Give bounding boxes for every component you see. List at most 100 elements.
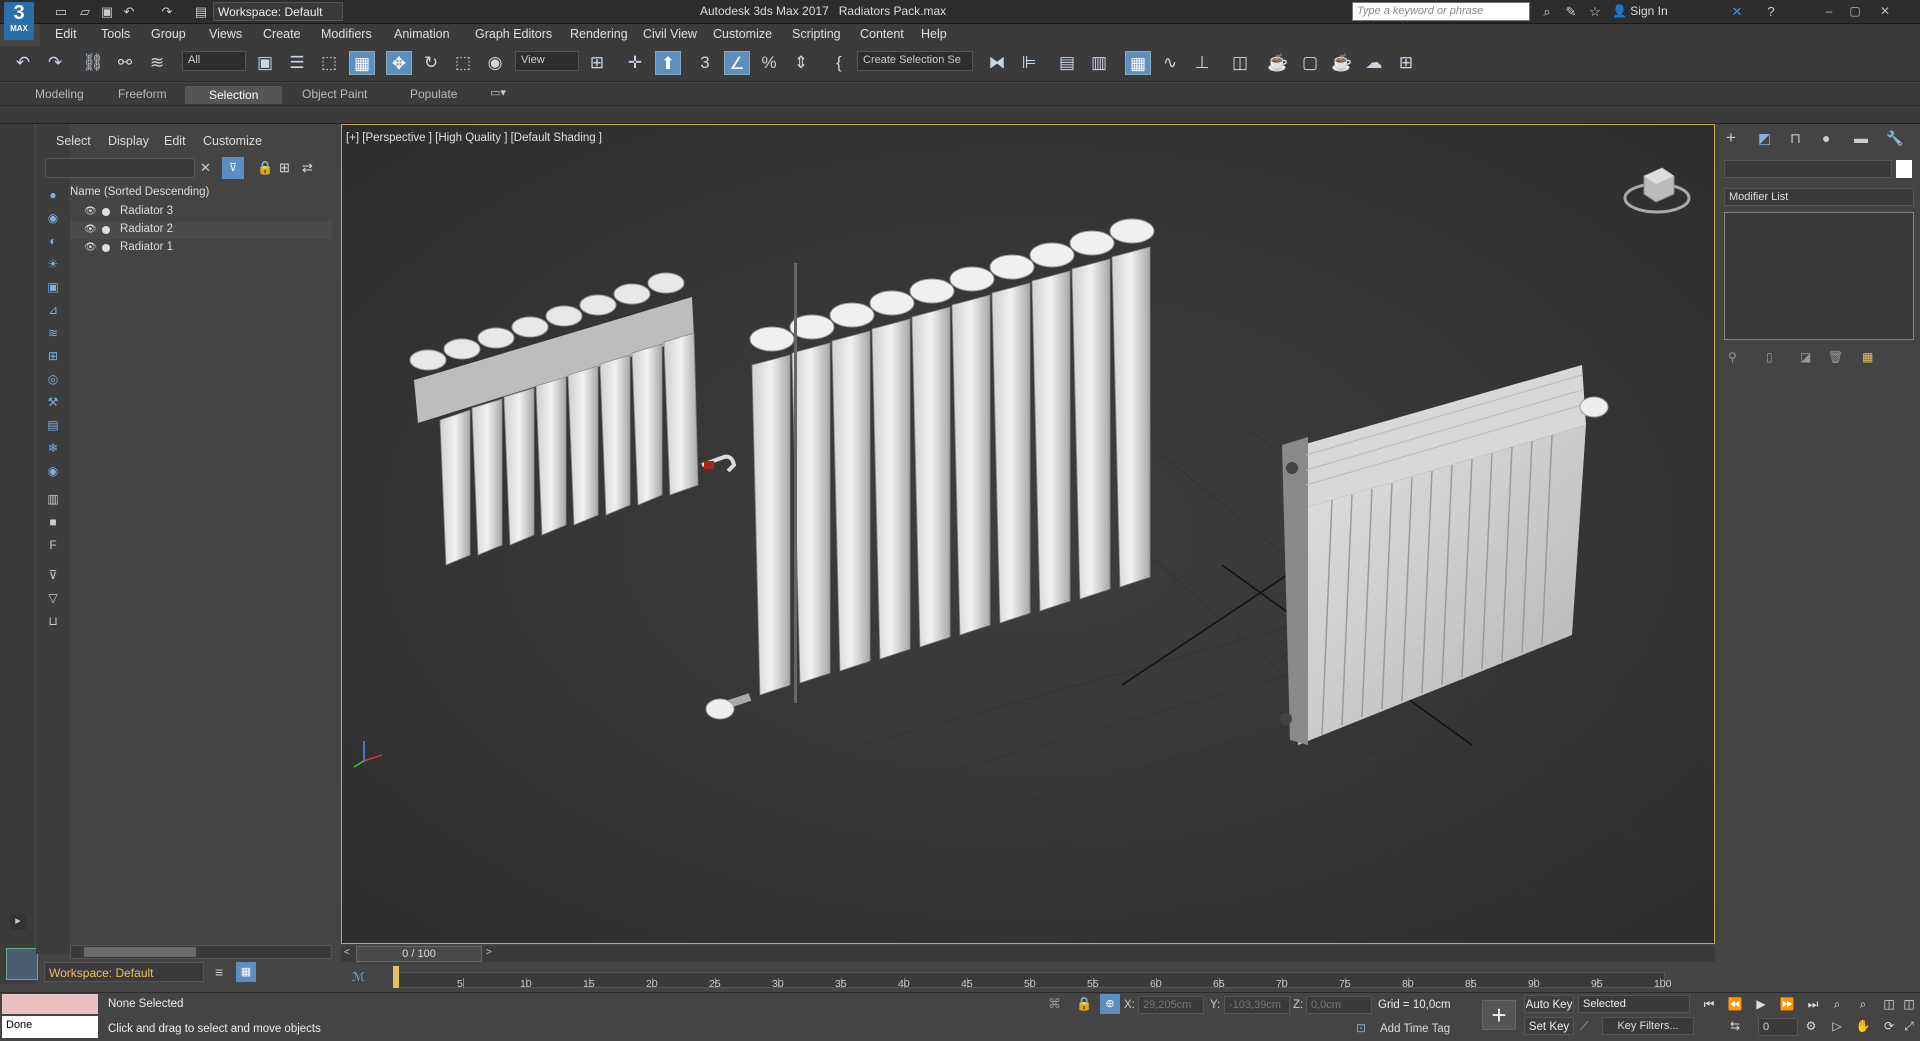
z-coordinate-field[interactable]: 0,0cm	[1306, 996, 1372, 1014]
visibility-icon[interactable]: 👁	[84, 242, 97, 253]
se-menu-select[interactable]: Select	[56, 134, 91, 148]
sign-in-button[interactable]: 👤 Sign In	[1612, 4, 1668, 18]
selection-filter-dropdown[interactable]: All	[182, 51, 246, 71]
pivot-center-icon[interactable]: ⊞	[584, 51, 610, 75]
select-manipulate-icon[interactable]: ✛	[622, 51, 648, 75]
help-icon[interactable]: ?	[1762, 3, 1780, 21]
current-frame-marker[interactable]	[393, 966, 399, 988]
workspace-selector[interactable]: Workspace: Default	[44, 962, 204, 982]
frozen-filter-icon[interactable]: ❄	[44, 439, 62, 457]
select-by-name-icon[interactable]: ☰	[284, 51, 310, 75]
select-and-move-icon[interactable]: ✥	[386, 51, 412, 75]
se-column-header[interactable]: Name (Sorted Descending)	[70, 186, 209, 198]
toggle-ribbon-icon[interactable]: ▦	[1125, 51, 1151, 75]
list-item-radiator-3[interactable]: 👁 Radiator 3	[70, 203, 332, 221]
show-end-result-icon[interactable]: ▯	[1766, 350, 1773, 364]
absolute-mode-icon[interactable]: ⊕	[1100, 994, 1120, 1014]
app-logo[interactable]: 3 MAX	[4, 2, 34, 40]
visibility-icon[interactable]: 👁	[84, 206, 97, 217]
unlink-icon[interactable]: ⚯	[112, 51, 138, 75]
menu-create[interactable]: Create	[263, 27, 301, 41]
viewport-label[interactable]: [+] [Perspective ] [High Quality ] [Defa…	[346, 132, 602, 144]
window-crossing-icon[interactable]: ▦	[349, 51, 375, 75]
curve-editor-icon[interactable]: ∿	[1157, 51, 1183, 75]
x-coordinate-field[interactable]: 29,205cm	[1138, 996, 1204, 1014]
set-keys-icon[interactable]: +	[1482, 1000, 1516, 1030]
geometry-filter-icon[interactable]: ◉	[44, 209, 62, 227]
tab-object-paint[interactable]: Object Paint	[302, 87, 367, 101]
freeze-icon[interactable]	[102, 244, 110, 252]
clear-search-icon[interactable]: ✕	[200, 160, 211, 176]
new-file-icon[interactable]: ▭	[52, 3, 70, 21]
time-configuration-icon[interactable]: ⚙	[1800, 1017, 1822, 1035]
auto-key-button[interactable]: Auto Key	[1524, 995, 1574, 1013]
list-item-radiator-1[interactable]: 👁 Radiator 1	[70, 239, 332, 257]
prev-frame-icon[interactable]: <	[344, 947, 350, 958]
set-key-button[interactable]: Set Key	[1524, 1017, 1574, 1035]
layer-explorer-icon[interactable]: ▥	[1086, 51, 1112, 75]
tab-modeling[interactable]: Modeling	[35, 87, 84, 101]
render-cloud-icon[interactable]: ☁	[1361, 51, 1387, 75]
cameras-filter-icon[interactable]: ▣	[44, 278, 62, 296]
shapes-filter-icon[interactable]: ◐	[44, 232, 62, 250]
open-file-icon[interactable]: ▱	[76, 3, 94, 21]
show-all-icon[interactable]: ▥	[44, 490, 62, 508]
time-slider-thumb[interactable]: 0 / 100	[356, 946, 482, 962]
zoom-icon[interactable]: ⌕	[1826, 995, 1848, 1013]
render-setup-icon[interactable]: ☕	[1265, 51, 1291, 75]
xrefs-filter-icon[interactable]: ◎	[44, 370, 62, 388]
scene-explorer-icon[interactable]: ▤	[1054, 51, 1080, 75]
create-tab-icon[interactable]: +	[1726, 128, 1736, 148]
menu-modifiers[interactable]: Modifiers	[321, 27, 372, 41]
redo-icon[interactable]: ↷	[158, 3, 176, 21]
object-color-swatch[interactable]	[1896, 160, 1912, 178]
modify-tab-icon[interactable]: ◩	[1758, 130, 1771, 147]
menu-rendering[interactable]: Rendering	[570, 27, 628, 41]
object-name-field[interactable]	[1724, 160, 1892, 178]
maxscript-output[interactable]: Done	[2, 1016, 98, 1038]
bind-space-warp-icon[interactable]: ≋	[144, 51, 170, 75]
zoom-extents-all-icon[interactable]: ◫	[1898, 995, 1920, 1013]
expand-arrow-icon[interactable]: ▸	[10, 914, 26, 930]
menu-group[interactable]: Group	[151, 27, 186, 41]
star-icon[interactable]: ☆	[1586, 3, 1604, 21]
undo-icon[interactable]: ↶	[10, 51, 36, 75]
selection-lock-icon[interactable]: 🔒	[1076, 996, 1092, 1012]
containers-filter-icon[interactable]: ▤	[44, 416, 62, 434]
current-frame-field[interactable]: 0	[1758, 1018, 1798, 1036]
tab-selection[interactable]: Selection	[185, 86, 283, 104]
a360-gallery-icon[interactable]: ⊞	[1393, 51, 1419, 75]
isolate-selection-icon[interactable]: ⌘	[1048, 996, 1061, 1012]
save-icon[interactable]: ▣	[98, 3, 116, 21]
modifier-list-dropdown[interactable]: Modifier List	[1724, 188, 1914, 206]
search-input[interactable]: Type a keyword or phrase	[1352, 2, 1530, 21]
previous-frame-icon[interactable]: ⏪	[1724, 995, 1746, 1013]
filter-toggle-icon[interactable]: ▽	[44, 589, 62, 607]
go-to-start-icon[interactable]: ⏮	[1698, 995, 1720, 1013]
viewcube[interactable]	[1622, 158, 1692, 218]
menu-civil-view[interactable]: Civil View	[643, 27, 697, 41]
sort-icon[interactable]: ⇄	[302, 160, 313, 176]
time-tag-icon[interactable]: ⊡	[1356, 1021, 1366, 1035]
scrollbar-thumb[interactable]	[84, 947, 196, 957]
hierarchy-icon[interactable]: ⊞	[279, 160, 290, 176]
exchange-icon[interactable]: ✕	[1728, 3, 1746, 21]
display-tab-icon[interactable]: ▬	[1854, 130, 1868, 146]
perspective-viewport[interactable]	[341, 124, 1715, 944]
angle-snap-icon[interactable]: ∠	[724, 51, 750, 75]
infocenter-icon[interactable]: ✎	[1562, 3, 1580, 21]
menu-animation[interactable]: Animation	[394, 27, 450, 41]
minimize-button[interactable]: –	[1818, 2, 1840, 20]
viewport-layout-icon[interactable]	[6, 948, 38, 980]
modifier-stack[interactable]	[1724, 212, 1914, 340]
go-to-end-icon[interactable]: ⏭	[1802, 995, 1824, 1013]
remove-modifier-icon[interactable]: 🗑	[1828, 350, 1843, 364]
add-time-tag[interactable]: Add Time Tag	[1380, 1023, 1450, 1035]
zoom-all-icon[interactable]: ⌕	[1852, 995, 1874, 1013]
list-item-radiator-2[interactable]: 👁 Radiator 2	[70, 221, 332, 239]
lights-filter-icon[interactable]: ☀	[44, 255, 62, 273]
menu-graph-editors[interactable]: Graph Editors	[475, 27, 552, 41]
spinner-snap-icon[interactable]: ⇕	[788, 51, 814, 75]
percent-snap-icon[interactable]: %	[756, 51, 782, 75]
key-mode-toggle-icon[interactable]: ⇆	[1724, 1017, 1746, 1035]
